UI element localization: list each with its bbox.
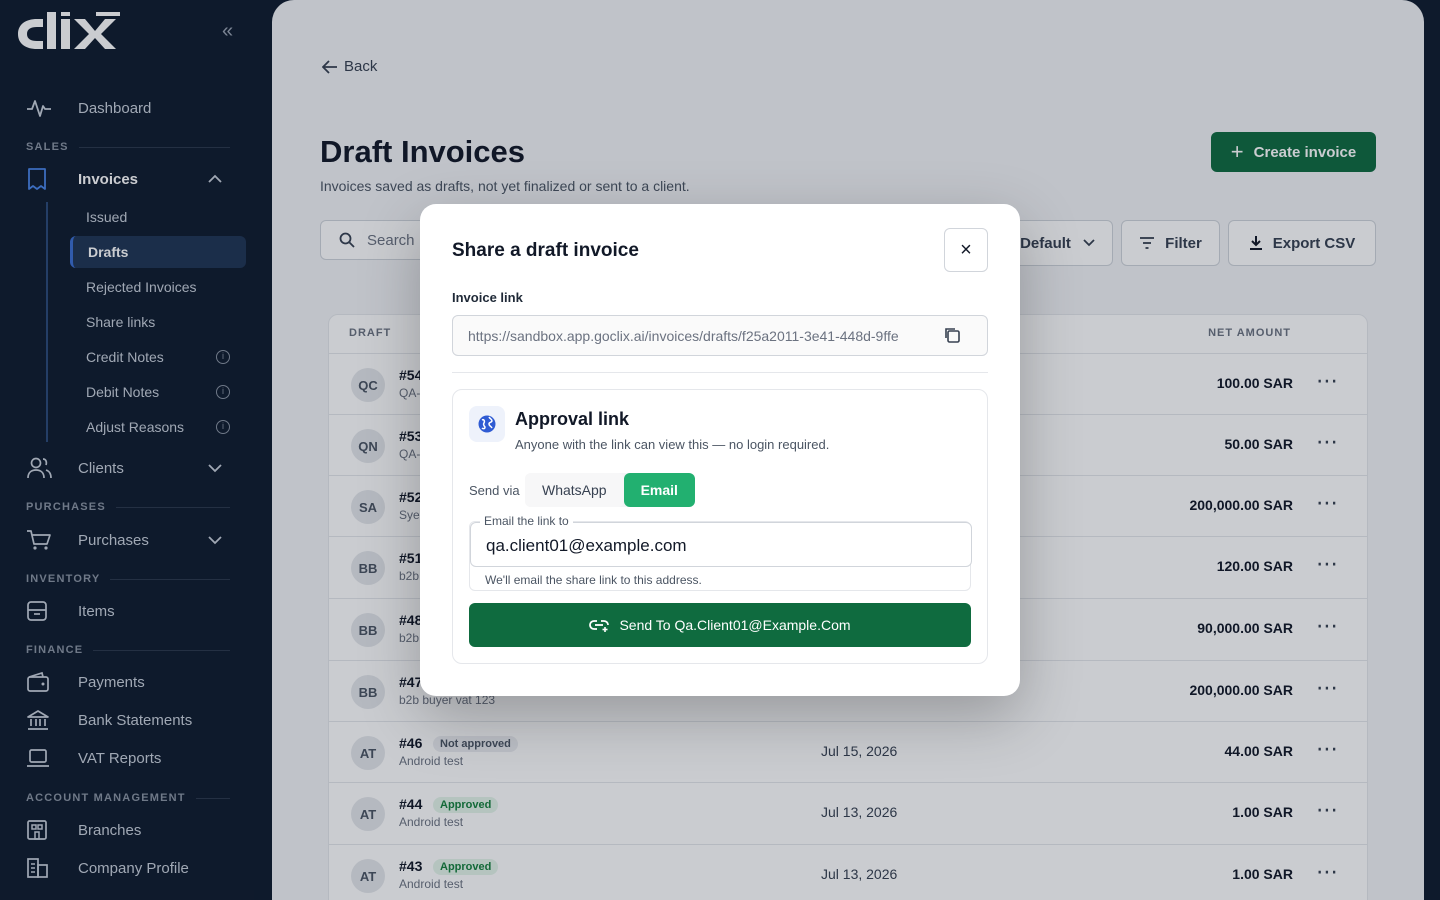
modal-title: Share a draft invoice: [452, 240, 639, 261]
approval-link-card: Approval link Anyone with the link can v…: [452, 389, 988, 664]
channel-email-button[interactable]: Email: [623, 473, 695, 507]
approval-description: Anyone with the link can view this — no …: [515, 437, 830, 452]
invoice-link-field[interactable]: https://sandbox.app.goclix.ai/invoices/d…: [452, 315, 988, 356]
invoice-link-label: Invoice link: [452, 290, 523, 305]
invoice-link-value: https://sandbox.app.goclix.ai/invoices/d…: [468, 327, 899, 344]
divider: [452, 372, 988, 373]
email-field[interactable]: qa.client01@example.com: [470, 522, 972, 567]
link-icon: [589, 620, 610, 632]
globe-icon: [469, 406, 505, 442]
send-via-label: Send via: [469, 483, 520, 498]
share-draft-modal: Share a draft invoice × Invoice link htt…: [420, 204, 1020, 696]
email-helper-text: We'll email the share link to this addre…: [485, 573, 702, 587]
channel-whatsapp-button[interactable]: WhatsApp: [525, 473, 624, 507]
email-field-label: Email the link to: [480, 514, 573, 528]
approval-title: Approval link: [515, 409, 630, 429]
send-email-button[interactable]: Send To Qa.Client01@Example.Com: [469, 603, 971, 647]
email-field-group: qa.client01@example.com Email the link t…: [469, 514, 972, 591]
send-email-label: Send To Qa.Client01@Example.Com: [619, 617, 851, 633]
close-icon[interactable]: ×: [944, 228, 988, 272]
channel-toggle: WhatsApp Email: [525, 473, 695, 507]
copy-icon[interactable]: [943, 326, 961, 349]
